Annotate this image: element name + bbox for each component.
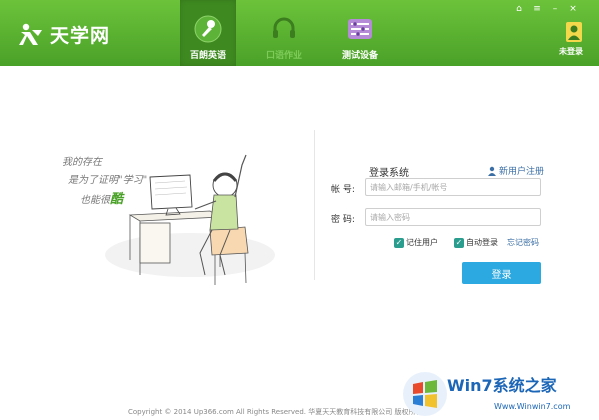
login-button[interactable]: 登录 — [462, 262, 541, 284]
person-icon — [488, 166, 496, 176]
user-status-label: 未登录 — [559, 47, 583, 56]
account-input[interactable] — [365, 178, 541, 196]
check-icon: ✓ — [394, 237, 404, 248]
remember-user-label: 记住用户 — [406, 238, 438, 247]
tagline-line-3: 也能很酷 — [80, 188, 123, 207]
password-label: 密 码: — [331, 215, 355, 225]
tab-label: 口语作业 — [265, 51, 302, 61]
auto-login-label: 自动登录 — [466, 238, 498, 247]
account-label: 帐 号: — [331, 185, 355, 195]
close-button[interactable]: × — [567, 4, 579, 14]
tagline-text: 也能很 — [80, 195, 110, 206]
minimize-button[interactable]: – — [549, 4, 561, 14]
headset-icon — [273, 17, 295, 38]
tagline-line-1: 我的存在 — [62, 157, 102, 168]
remember-user-checkbox[interactable]: ✓ 记住用户 — [394, 237, 438, 248]
tab-test-device[interactable]: 测试设备 — [332, 0, 388, 66]
menu-button[interactable]: ≡ — [531, 4, 543, 14]
register-link-label: 新用户注册 — [499, 167, 545, 177]
section-divider — [314, 130, 315, 280]
tagline-emphasis: 酷 — [110, 192, 124, 207]
register-link[interactable]: 新用户注册 — [487, 164, 544, 177]
tab-label: 百朗英语 — [189, 51, 226, 61]
title-bar: 天学网 百朗英语 口语作业 测试设备 ⌂ ≡ – × 未登录 — [0, 0, 599, 66]
user-icon — [566, 22, 582, 42]
brand-name: 天学网 — [50, 24, 111, 47]
tab-english[interactable]: 百朗英语 — [180, 0, 236, 66]
equipment-icon — [348, 19, 372, 39]
microphone-icon — [194, 15, 222, 43]
copyright-text: Copyright © 2014 Up366.com All Rights Re… — [128, 408, 423, 416]
watermark-text: Win7系统之家 — [447, 376, 557, 395]
home-button[interactable]: ⌂ — [513, 4, 525, 14]
brand-logo-icon — [19, 23, 42, 45]
password-input[interactable] — [365, 208, 541, 226]
login-title: 登录系统 — [369, 168, 409, 179]
auto-login-checkbox[interactable]: ✓ 自动登录 — [454, 237, 498, 248]
app-logo: 天学网 — [18, 20, 110, 48]
watermark-url: Www.Winwin7.com — [494, 402, 571, 411]
forgot-password-link[interactable]: 忘记密码 — [507, 237, 539, 248]
user-status[interactable]: 未登录 — [559, 22, 589, 57]
check-icon: ✓ — [454, 237, 464, 248]
tab-oral-homework[interactable]: 口语作业 — [256, 0, 312, 66]
tagline-line-2: 是为了证明"学习" — [68, 175, 148, 186]
tab-label: 测试设备 — [341, 51, 378, 61]
